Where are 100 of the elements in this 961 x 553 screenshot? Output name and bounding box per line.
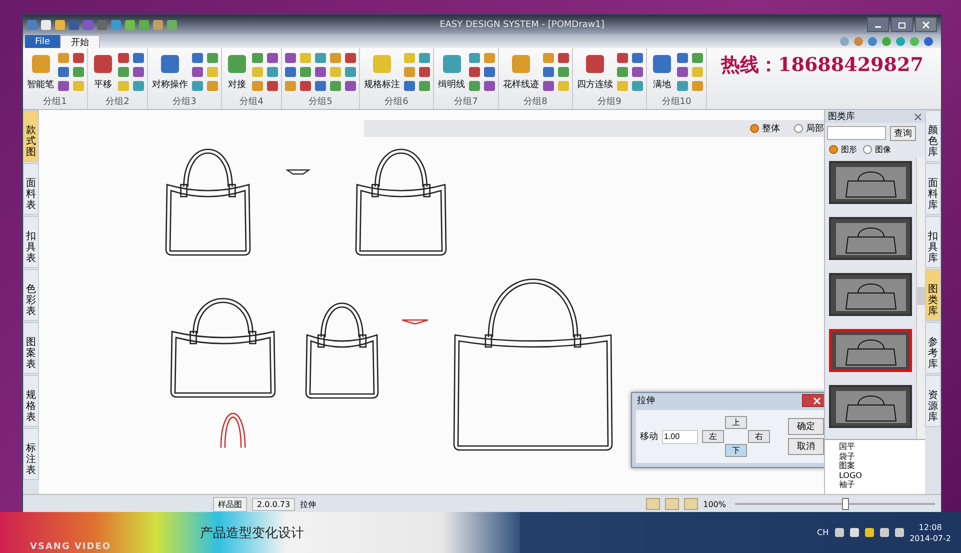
tool-icon[interactable] bbox=[300, 67, 311, 77]
tool-icon[interactable] bbox=[469, 53, 480, 63]
tool-icon[interactable] bbox=[315, 67, 326, 77]
tool-icon[interactable] bbox=[58, 67, 69, 77]
tool-icon[interactable] bbox=[285, 67, 296, 77]
tool-icon[interactable] bbox=[133, 67, 144, 77]
radio-option[interactable]: 图像 bbox=[863, 144, 891, 155]
down-button[interactable]: 下 bbox=[725, 444, 747, 457]
radio-option[interactable]: 局部 bbox=[794, 122, 824, 135]
tool-icon[interactable] bbox=[252, 81, 263, 91]
tool-icon[interactable] bbox=[617, 67, 628, 77]
tool-icon[interactable] bbox=[419, 67, 430, 77]
left-button[interactable]: 左 bbox=[702, 430, 724, 443]
ribbon-button[interactable]: 花样线迹 bbox=[502, 51, 540, 93]
tool-icon[interactable] bbox=[192, 67, 203, 77]
minimize-button[interactable] bbox=[867, 17, 889, 32]
pattern-thumbnail[interactable] bbox=[829, 385, 912, 428]
tool-icon[interactable] bbox=[315, 81, 326, 91]
tool-icon[interactable] bbox=[404, 67, 415, 77]
ribbon-tab[interactable]: 开始 bbox=[60, 35, 100, 48]
right-button[interactable]: 右 bbox=[748, 430, 770, 443]
search-field[interactable] bbox=[827, 126, 886, 140]
tool-icon[interactable] bbox=[632, 53, 643, 63]
pattern-thumbnail[interactable] bbox=[829, 217, 912, 260]
scrollbar[interactable] bbox=[916, 157, 925, 439]
tool-icon[interactable] bbox=[267, 53, 278, 63]
ribbon-button[interactable]: 满地 bbox=[650, 51, 674, 93]
side-tab[interactable]: 规格表 bbox=[23, 375, 39, 427]
side-tab[interactable]: 资源库 bbox=[925, 375, 941, 427]
ribbon-button[interactable]: 缉明线 bbox=[437, 51, 466, 93]
side-tab[interactable]: 扣具表 bbox=[23, 216, 39, 268]
tool-icon[interactable] bbox=[558, 67, 569, 77]
tool-icon[interactable] bbox=[118, 53, 129, 63]
input-field[interactable]: 1.00 bbox=[662, 430, 698, 444]
tool-icon[interactable] bbox=[632, 81, 643, 91]
tool-icon[interactable] bbox=[677, 53, 688, 63]
tool-icon[interactable] bbox=[192, 53, 203, 63]
tool-icon[interactable] bbox=[58, 81, 69, 91]
tool-icon[interactable] bbox=[192, 81, 203, 91]
tool-icon[interactable] bbox=[58, 53, 69, 63]
tree-item[interactable]: 袖子 bbox=[839, 480, 925, 490]
tool-icon[interactable] bbox=[543, 67, 554, 77]
tree-item[interactable]: LOGO bbox=[839, 470, 925, 480]
tool-icon[interactable] bbox=[207, 81, 218, 91]
tool-icon[interactable] bbox=[133, 53, 144, 63]
pattern-thumbnail[interactable] bbox=[829, 161, 912, 204]
close-button[interactable] bbox=[914, 112, 922, 120]
ribbon-button[interactable]: 智能笔 bbox=[26, 51, 55, 93]
tool-icon[interactable] bbox=[267, 81, 278, 91]
tool-icon[interactable] bbox=[207, 53, 218, 63]
pattern-thumbnail[interactable] bbox=[829, 329, 912, 372]
tool-icon[interactable] bbox=[632, 67, 643, 77]
tool-icon[interactable] bbox=[419, 53, 430, 63]
tool-icon[interactable] bbox=[285, 53, 296, 63]
search-button[interactable]: 查询 bbox=[890, 126, 916, 141]
close-button[interactable] bbox=[802, 394, 824, 407]
tool-icon[interactable] bbox=[73, 53, 84, 63]
tool-icon[interactable] bbox=[692, 53, 703, 63]
tool-icon[interactable] bbox=[543, 81, 554, 91]
tree-item[interactable]: 图案 bbox=[839, 461, 925, 470]
tool-icon[interactable] bbox=[617, 53, 628, 63]
tool-icon[interactable] bbox=[404, 53, 415, 63]
tool-icon[interactable] bbox=[330, 81, 341, 91]
tool-icon[interactable] bbox=[133, 81, 144, 91]
ribbon-button[interactable]: 对接 bbox=[225, 51, 249, 93]
radio-option[interactable]: 整体 bbox=[750, 122, 780, 135]
side-tab[interactable]: 标注表 bbox=[23, 428, 39, 480]
tool-icon[interactable] bbox=[677, 81, 688, 91]
radio-option[interactable]: 图形 bbox=[829, 144, 857, 155]
clock[interactable]: 12:08 2014-07-2 bbox=[910, 522, 951, 544]
tool-icon[interactable] bbox=[267, 67, 278, 77]
tool-icon[interactable] bbox=[252, 53, 263, 63]
view-icon[interactable] bbox=[646, 498, 660, 510]
view-icon[interactable] bbox=[665, 498, 680, 510]
tool-icon[interactable] bbox=[484, 81, 495, 91]
tool-icon[interactable] bbox=[404, 81, 415, 91]
tree-item[interactable]: 袋子 bbox=[839, 452, 925, 461]
ribbon-button[interactable]: 平移 bbox=[91, 51, 115, 93]
cancel-button[interactable]: 取消 bbox=[788, 438, 824, 455]
tool-icon[interactable] bbox=[330, 53, 341, 63]
side-tab[interactable]: 图案表 bbox=[23, 322, 39, 374]
ribbon-button[interactable]: 四方连续 bbox=[576, 51, 614, 93]
side-tab[interactable]: 款式图 bbox=[23, 110, 39, 162]
tool-icon[interactable] bbox=[484, 67, 495, 77]
up-button[interactable]: 上 bbox=[725, 416, 747, 429]
side-tab[interactable]: 扣具库 bbox=[925, 216, 941, 268]
tool-icon[interactable] bbox=[345, 53, 356, 63]
ok-button[interactable]: 确定 bbox=[788, 418, 824, 435]
tool-icon[interactable] bbox=[469, 81, 480, 91]
tool-icon[interactable] bbox=[73, 67, 84, 77]
tool-icon[interactable] bbox=[484, 53, 495, 63]
tree-item[interactable]: 国平 bbox=[839, 442, 925, 452]
tool-icon[interactable] bbox=[285, 81, 296, 91]
tool-icon[interactable] bbox=[315, 53, 326, 63]
tool-icon[interactable] bbox=[345, 81, 356, 91]
side-tab[interactable]: 色彩表 bbox=[23, 269, 39, 321]
tool-icon[interactable] bbox=[118, 67, 129, 77]
side-tab[interactable]: 面料库 bbox=[925, 163, 941, 215]
side-tab[interactable]: 图类库 bbox=[925, 269, 941, 321]
tool-icon[interactable] bbox=[692, 81, 703, 91]
